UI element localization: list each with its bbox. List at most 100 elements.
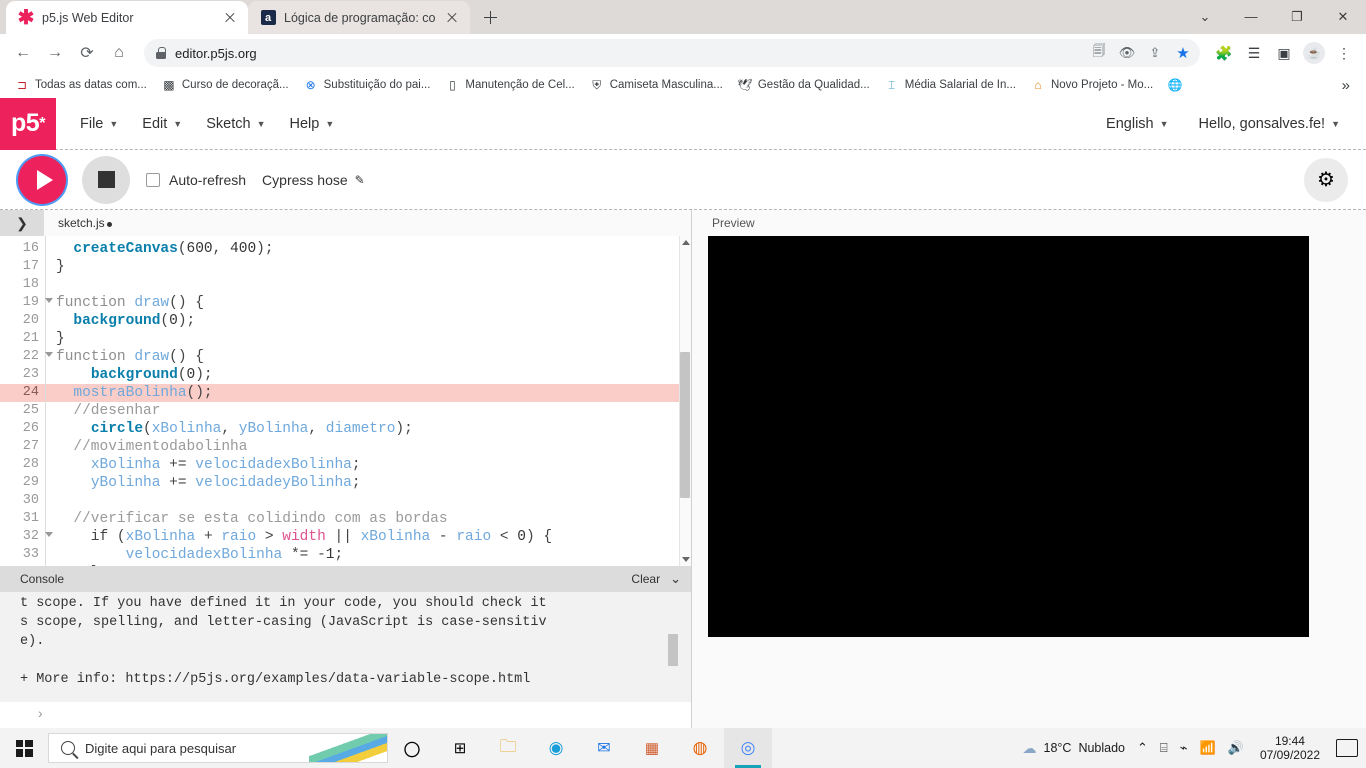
bookmarks-overflow-button[interactable]: » bbox=[1334, 77, 1358, 94]
menu-sketch[interactable]: Sketch ▼ bbox=[196, 110, 275, 138]
forward-icon[interactable]: → bbox=[40, 38, 70, 68]
eye-slash-icon[interactable]: 👁 bbox=[1114, 41, 1140, 65]
share-icon[interactable]: ⇪ bbox=[1142, 41, 1168, 65]
notification-icon[interactable] bbox=[1336, 739, 1358, 757]
bookmark-item[interactable]: 🌐 bbox=[1161, 75, 1189, 95]
language-selector[interactable]: English ▼ bbox=[1096, 110, 1178, 138]
chevron-down-icon[interactable]: ⌄ bbox=[1182, 0, 1228, 33]
play-button[interactable] bbox=[18, 156, 66, 204]
bluetooth-icon[interactable]: ⌁ bbox=[1180, 740, 1188, 756]
code-token: ); bbox=[178, 313, 195, 329]
chrome-icon[interactable]: ◎ bbox=[724, 728, 772, 768]
maximize-button[interactable]: ❐ bbox=[1274, 0, 1320, 33]
wifi-icon[interactable]: 📶 bbox=[1200, 740, 1216, 756]
code-line: velocidadexBolinha *= -1; bbox=[46, 546, 691, 564]
bookmark-item[interactable]: ⊗ Substituição do pai... bbox=[297, 75, 437, 95]
console-scroll-thumb[interactable] bbox=[668, 634, 678, 666]
settings-button[interactable]: ⚙ bbox=[1304, 158, 1348, 202]
bookmark-item[interactable]: ⌂ Novo Projeto - Mo... bbox=[1024, 75, 1159, 95]
volume-icon[interactable]: 🔊 bbox=[1228, 740, 1244, 756]
console-clear-button[interactable]: Clear bbox=[631, 572, 660, 586]
p5-toolbar: Auto-refresh Cypress hose ✎ ⚙ bbox=[0, 150, 1366, 210]
code-line: background(0); bbox=[46, 366, 691, 384]
scroll-down-icon[interactable] bbox=[682, 557, 690, 562]
extensions-puzzle-icon[interactable]: 🧩 bbox=[1210, 39, 1238, 67]
media-playlist-icon[interactable]: ☰ bbox=[1240, 39, 1268, 67]
auto-refresh-checkbox[interactable] bbox=[146, 173, 160, 187]
sidebar-panel-icon[interactable]: ▣ bbox=[1270, 39, 1298, 67]
sidebar-toggle-button[interactable]: ❯ bbox=[0, 210, 44, 236]
menu-edit[interactable]: Edit ▼ bbox=[132, 110, 192, 138]
close-icon[interactable] bbox=[444, 10, 460, 26]
bookmark-item[interactable]: ▩ Curso de decoraçã... bbox=[155, 75, 295, 95]
menu-file[interactable]: File ▼ bbox=[70, 110, 128, 138]
code-token: createCanvas bbox=[73, 241, 177, 257]
close-icon[interactable] bbox=[222, 10, 238, 26]
thermometer-icon: ⌶ bbox=[884, 77, 900, 93]
account-menu[interactable]: Hello, gonsalves.fe! ▼ bbox=[1189, 110, 1350, 138]
start-button[interactable] bbox=[0, 728, 48, 768]
chevron-down-icon[interactable]: ⌄ bbox=[670, 571, 681, 587]
minimize-button[interactable]: — bbox=[1228, 0, 1274, 33]
file-explorer-icon[interactable]: 🗀 bbox=[484, 728, 532, 768]
auto-refresh-toggle[interactable]: Auto-refresh bbox=[146, 172, 246, 188]
editor-scroll-thumb[interactable] bbox=[680, 352, 690, 498]
bookmark-item[interactable]: ⛨ Camiseta Masculina... bbox=[583, 75, 729, 95]
edge-icon[interactable]: ◉ bbox=[532, 728, 580, 768]
line-number: 17 bbox=[0, 258, 45, 276]
bookmark-label: Curso de decoraçã... bbox=[182, 79, 289, 91]
chevron-up-icon[interactable]: ⌃ bbox=[1137, 740, 1148, 756]
code-token: function bbox=[56, 349, 134, 365]
home-icon[interactable]: ⌂ bbox=[104, 38, 134, 68]
browser-tab-alura[interactable]: a Lógica de programação: comece bbox=[248, 1, 470, 34]
bookmark-item[interactable]: ⊐ Todas as datas com... bbox=[8, 75, 153, 95]
code-token: circle bbox=[91, 421, 143, 437]
code-editor[interactable]: 16171819202122232425262728293031323334 c… bbox=[0, 236, 691, 566]
code-area[interactable]: createCanvas(600, 400);}function draw() … bbox=[46, 236, 691, 566]
reload-icon[interactable]: ⟳ bbox=[72, 38, 102, 68]
bookmark-item[interactable]: ▯ Manutenção de Cel... bbox=[438, 75, 580, 95]
sketch-name-field[interactable]: Cypress hose ✎ bbox=[262, 172, 365, 188]
preview-pane: Preview bbox=[692, 210, 1366, 728]
browser-window: ✱ p5.js Web Editor a Lógica de programaç… bbox=[0, 0, 1366, 728]
taskbar-clock[interactable]: 19:44 07/09/2022 bbox=[1256, 734, 1324, 762]
code-token: draw bbox=[134, 349, 169, 365]
bookmark-item[interactable]: 🕊 Gestão da Qualidad... bbox=[731, 75, 876, 95]
bookmark-item[interactable]: ⌶ Média Salarial de In... bbox=[878, 75, 1022, 95]
translate-icon[interactable]: 🗐 bbox=[1086, 41, 1112, 65]
back-icon[interactable]: ← bbox=[8, 38, 38, 68]
scroll-up-icon[interactable] bbox=[682, 240, 690, 245]
address-bar[interactable]: editor.p5js.org 🗐 👁 ⇪ ★ bbox=[144, 39, 1200, 67]
task-view-icon[interactable]: ⊞ bbox=[436, 728, 484, 768]
stop-button[interactable] bbox=[82, 156, 130, 204]
p5-logo[interactable]: p5* bbox=[0, 98, 56, 150]
browser-tab-p5js[interactable]: ✱ p5.js Web Editor bbox=[6, 1, 248, 34]
weather-widget[interactable]: ☁ 18°C Nublado bbox=[1023, 740, 1126, 757]
p5-editor-app: p5* File ▼ Edit ▼ Sketch ▼ Help ▼ bbox=[0, 98, 1366, 728]
menu-help[interactable]: Help ▼ bbox=[279, 110, 344, 138]
file-tab-sketch-js[interactable]: sketch.js bbox=[58, 216, 112, 230]
editor-scrollbar[interactable] bbox=[679, 236, 691, 566]
new-tab-button[interactable] bbox=[476, 3, 504, 31]
line-number: 24 bbox=[0, 384, 45, 402]
microsoft-store-icon[interactable]: ▦ bbox=[628, 728, 676, 768]
firefox-icon[interactable]: ◍ bbox=[676, 728, 724, 768]
onedrive-icon[interactable]: ⌸ bbox=[1160, 740, 1168, 756]
line-number: 20 bbox=[0, 312, 45, 330]
cortana-circle-icon[interactable]: 〇 bbox=[388, 728, 436, 768]
code-token bbox=[56, 421, 91, 437]
bookmark-star-icon[interactable]: ★ bbox=[1170, 41, 1196, 65]
code-token bbox=[56, 457, 91, 473]
menu-label: Edit bbox=[142, 116, 167, 132]
code-token: ); bbox=[395, 421, 412, 437]
sketch-canvas[interactable] bbox=[708, 236, 1309, 637]
pencil-icon[interactable]: ✎ bbox=[355, 173, 365, 187]
taskbar-search[interactable]: Digite aqui para pesquisar bbox=[48, 733, 388, 763]
code-token: + bbox=[195, 529, 221, 545]
close-window-button[interactable]: ✕ bbox=[1320, 0, 1366, 33]
mail-icon[interactable]: ✉ bbox=[580, 728, 628, 768]
console-input[interactable] bbox=[0, 702, 691, 728]
phone-icon: ▯ bbox=[444, 77, 460, 93]
chrome-menu-icon[interactable]: ⋮ bbox=[1330, 39, 1358, 67]
profile-avatar-icon[interactable]: ☕ bbox=[1300, 39, 1328, 67]
